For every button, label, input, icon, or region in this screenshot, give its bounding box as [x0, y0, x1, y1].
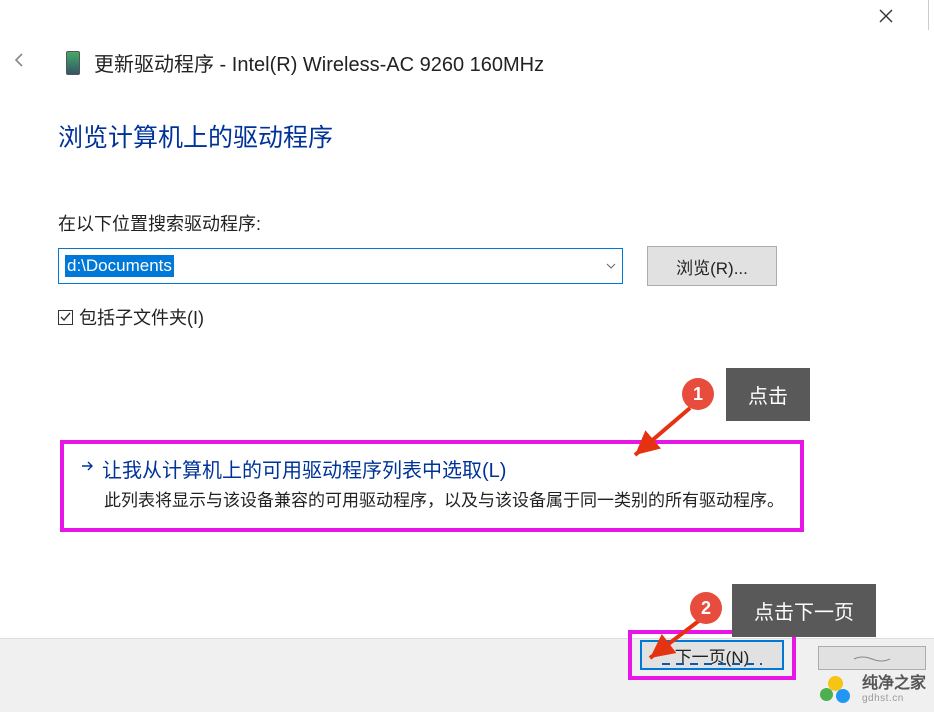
include-subfolders-checkbox[interactable]	[58, 310, 73, 325]
back-arrow-icon[interactable]	[12, 52, 28, 73]
option-description: 此列表将显示与该设备兼容的可用驱动程序，以及与该设备属于同一类别的所有驱动程序。	[104, 487, 784, 514]
annotation-callout-2: 点击下一页	[732, 584, 876, 637]
next-button[interactable]: 下一页(N)	[640, 640, 784, 670]
watermark-text: 纯净之家 gdhst.cn	[862, 675, 926, 704]
watermark: 纯净之家 gdhst.cn	[820, 675, 926, 704]
browse-button[interactable]: 浏览(R)...	[647, 246, 777, 286]
chevron-down-icon[interactable]	[606, 261, 616, 272]
content-area: 浏览计算机上的驱动程序 在以下位置搜索驱动程序: d:\Documents 浏览…	[58, 118, 904, 330]
device-icon	[66, 51, 80, 75]
cancel-button[interactable]	[818, 646, 926, 670]
include-subfolders-row[interactable]: 包括子文件夹(I)	[58, 304, 904, 330]
next-button-highlight: 下一页(N)	[628, 630, 796, 680]
path-value: d:\Documents	[65, 255, 174, 277]
page-heading: 浏览计算机上的驱动程序	[58, 118, 904, 154]
right-edge-decoration	[928, 0, 934, 30]
pick-from-list-option[interactable]: 让我从计算机上的可用驱动程序列表中选取(L) 此列表将显示与该设备兼容的可用驱动…	[60, 440, 804, 532]
title-bar: 更新驱动程序 - Intel(R) Wireless-AC 9260 160MH…	[12, 48, 544, 77]
arrow-right-icon	[80, 459, 94, 478]
path-combobox[interactable]: d:\Documents	[58, 248, 623, 284]
window-title: 更新驱动程序 - Intel(R) Wireless-AC 9260 160MH…	[94, 48, 544, 77]
path-input-row: d:\Documents 浏览(R)...	[58, 246, 904, 286]
next-button-underline	[662, 663, 762, 665]
watermark-logo-icon	[820, 676, 854, 704]
option-title: 让我从计算机上的可用驱动程序列表中选取(L)	[102, 454, 506, 483]
annotation-callout-1: 点击	[726, 368, 810, 421]
annotation-badge-1: 1	[682, 378, 714, 410]
close-button[interactable]	[874, 4, 898, 28]
include-subfolders-label: 包括子文件夹(I)	[79, 304, 204, 330]
search-location-label: 在以下位置搜索驱动程序:	[58, 210, 904, 236]
annotation-badge-2: 2	[690, 592, 722, 624]
dialog-window: 更新驱动程序 - Intel(R) Wireless-AC 9260 160MH…	[0, 0, 934, 712]
option-title-row: 让我从计算机上的可用驱动程序列表中选取(L)	[80, 454, 784, 483]
